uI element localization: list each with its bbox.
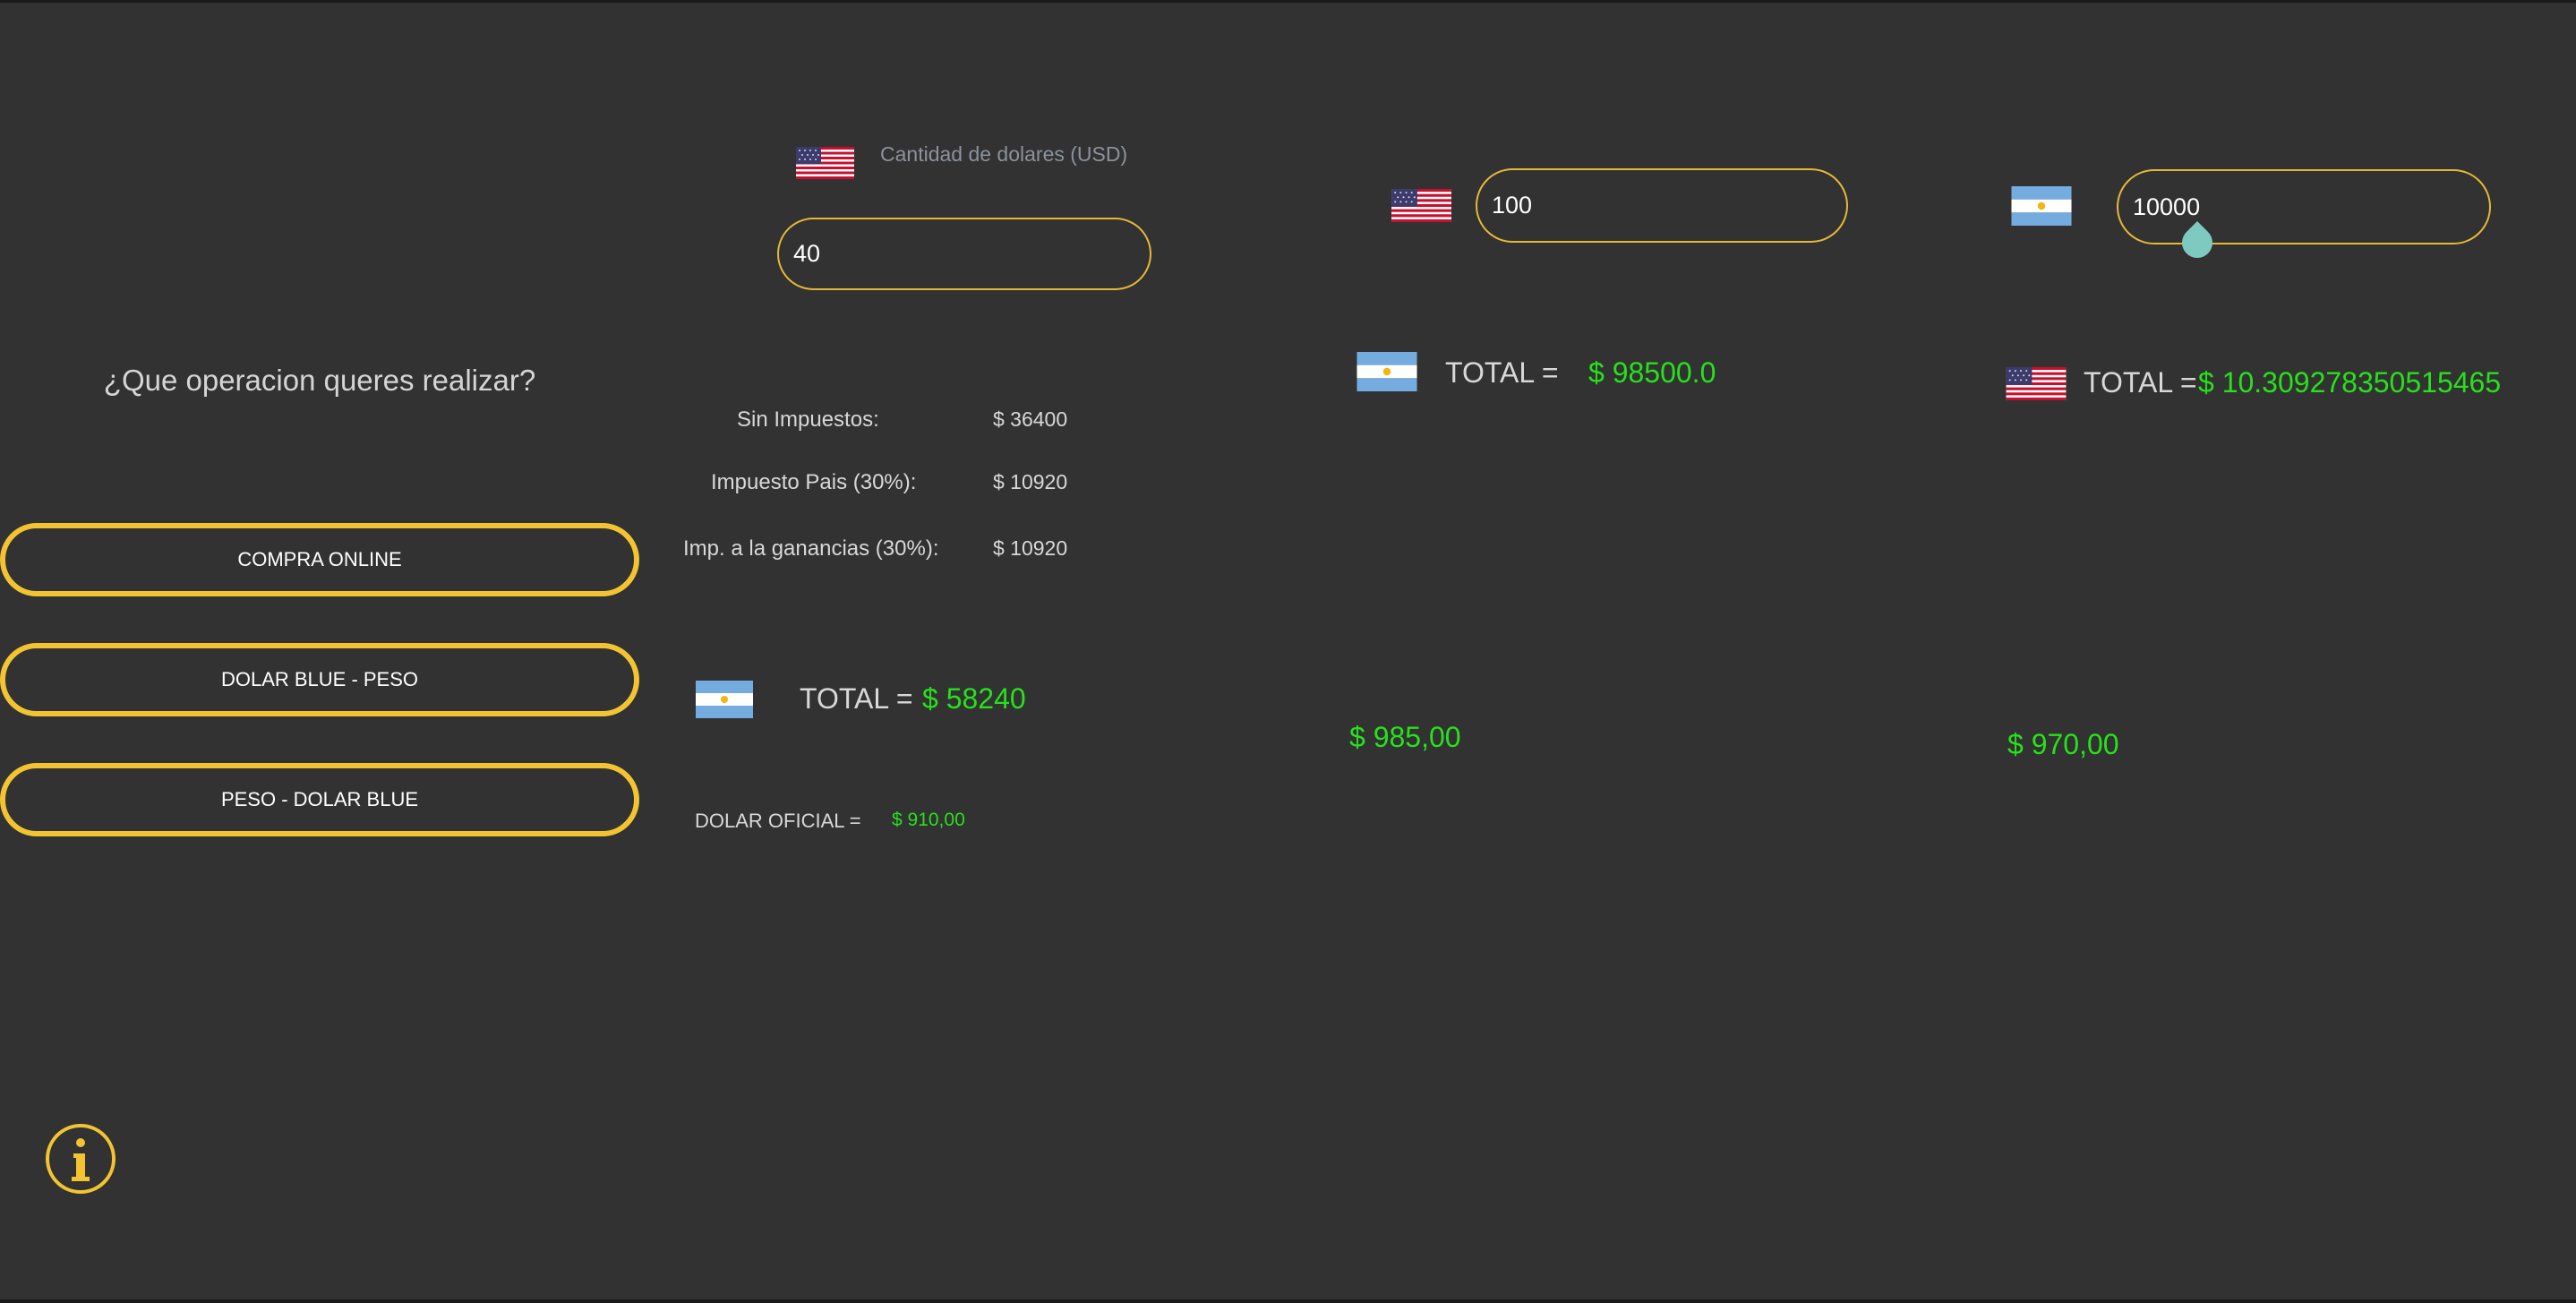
argentina-flag-icon (696, 681, 753, 718)
blue-rate-value: $ 985,00 (1349, 721, 1461, 753)
impuesto-pais-value: $ 10920 (993, 470, 1068, 493)
peso-dolar-blue-button[interactable]: PESO - DOLAR BLUE (0, 763, 639, 836)
usa-flag-icon (1391, 189, 1451, 222)
sin-impuestos-label: Sin Impuestos: (737, 407, 879, 432)
impuesto-pais-label: Impuesto Pais (30%): (711, 470, 917, 494)
dolar-blue-peso-button[interactable]: DOLAR BLUE - PESO (0, 643, 639, 716)
operation-question: ¿Que operacion queres realizar? (103, 364, 536, 397)
argentina-flag-icon (2011, 186, 2072, 226)
compra-online-button[interactable]: COMPRA ONLINE (0, 523, 639, 596)
compra-total-value: $ 58240 (922, 682, 1026, 715)
imp-ganancias-label: Imp. a la ganancias (30%): (683, 536, 939, 561)
peso-total-label: TOTAL = (2084, 366, 2197, 399)
dolar-oficial-value: $ 910,00 (892, 810, 965, 830)
argentina-flag-icon (1356, 352, 1417, 391)
info-icon[interactable] (45, 1123, 116, 1195)
top-border (0, 0, 2576, 3)
usa-flag-icon (2006, 367, 2067, 400)
compra-total-label: TOTAL = (800, 682, 913, 715)
usa-flag-icon (796, 147, 854, 179)
peso-total-value: $ 10.309278350515465 (2198, 366, 2502, 399)
bottom-border (0, 1299, 2576, 1303)
sin-impuestos-value: $ 36400 (993, 407, 1068, 431)
blue-total-label: TOTAL = (1445, 356, 1559, 389)
peso-amount-input[interactable] (2117, 169, 2491, 244)
blue-total-value: $ 98500.0 (1588, 356, 1716, 389)
usd-amount-label: Cantidad de dolares (USD) (880, 142, 1128, 166)
dolar-oficial-label: DOLAR OFICIAL = (695, 810, 861, 832)
imp-ganancias-value: $ 10920 (993, 536, 1068, 560)
blue-usd-input[interactable] (1476, 168, 1848, 243)
peso-rate-value: $ 970,00 (2007, 728, 2119, 760)
usd-amount-input[interactable] (777, 218, 1151, 290)
